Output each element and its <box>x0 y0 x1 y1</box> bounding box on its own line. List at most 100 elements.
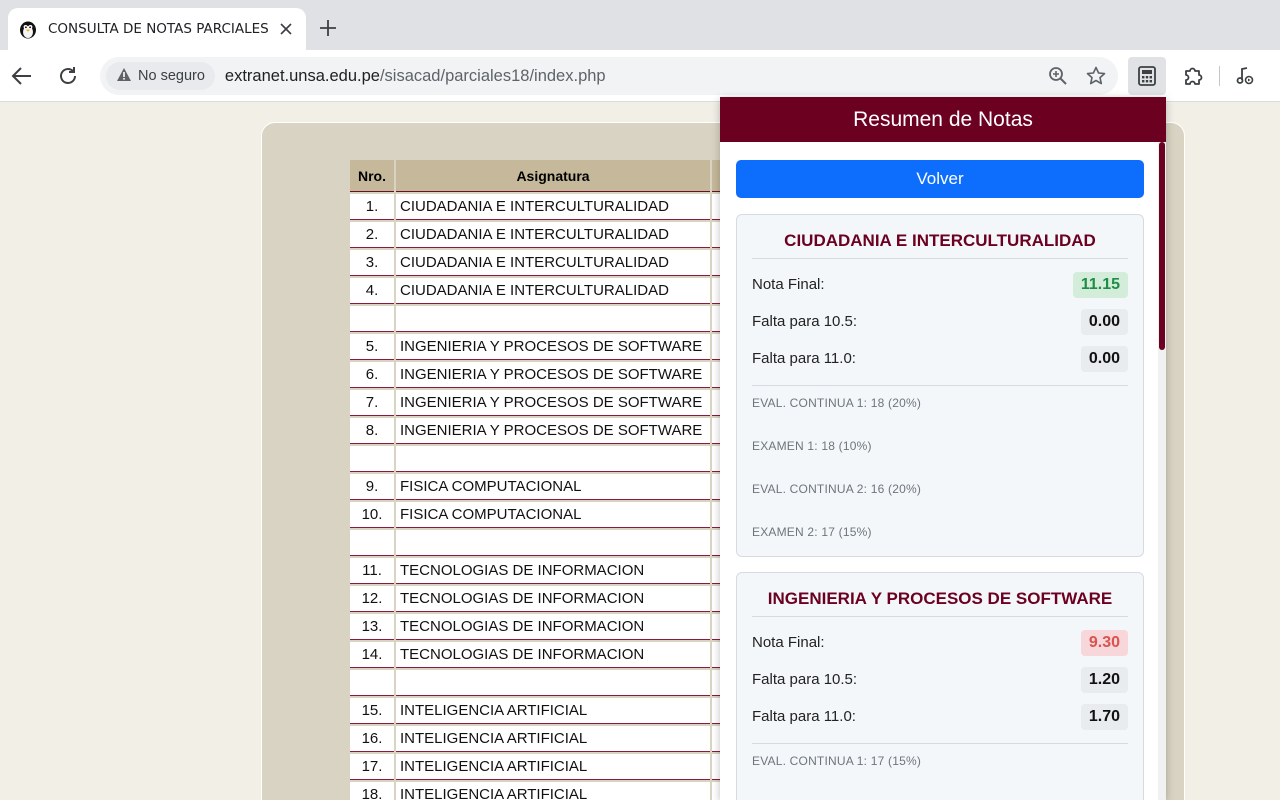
row-asignatura: INTELIGENCIA ARTIFICIAL <box>396 754 710 780</box>
toolbar-divider <box>1219 66 1220 86</box>
row-number: 12. <box>350 586 394 612</box>
row-asignatura: TECNOLOGIAS DE INFORMACION <box>396 614 710 640</box>
table-row: 3. CIUDADANIA E INTERCULTURALIDAD <box>350 250 732 276</box>
row-number: 8. <box>350 418 394 444</box>
table-spacer-row <box>350 306 732 332</box>
back-button[interactable]: Volver <box>736 160 1144 198</box>
row-asignatura: INGENIERIA Y PROCESOS DE SOFTWARE <box>396 334 710 360</box>
row-number: 13. <box>350 614 394 640</box>
table-row: 12. TECNOLOGIAS DE INFORMACION <box>350 586 732 612</box>
table-row: 7. INGENIERIA Y PROCESOS DE SOFTWARE <box>350 390 732 416</box>
row-asignatura <box>396 446 710 472</box>
evaluation-detail: EXAMEN 1: 18 (10%) <box>752 439 872 453</box>
row-number: 3. <box>350 250 394 276</box>
puzzle-icon[interactable] <box>1174 57 1212 95</box>
need-105-badge: 1.20 <box>1080 666 1128 693</box>
column-header-nro: Nro. <box>350 160 394 192</box>
table-row: 13. TECNOLOGIAS DE INFORMACION <box>350 614 732 640</box>
need-105-row: Falta para 10.5: 1.20 <box>752 661 1128 698</box>
arrow-left-icon[interactable] <box>6 60 38 92</box>
row-number: 16. <box>350 726 394 752</box>
row-number: 6. <box>350 362 394 388</box>
row-number: 10. <box>350 502 394 528</box>
row-asignatura: CIUDADANIA E INTERCULTURALIDAD <box>396 222 710 248</box>
url-path: /sisacad/parciales18/index.php <box>379 66 606 85</box>
music-note-icon[interactable] <box>1226 57 1264 95</box>
course-title: INGENIERIA Y PROCESOS DE SOFTWARE <box>752 573 1128 617</box>
table-row: 4. CIUDADANIA E INTERCULTURALIDAD <box>350 278 732 304</box>
table-spacer-row <box>350 446 732 472</box>
course-title: CIUDADANIA E INTERCULTURALIDAD <box>752 215 1128 259</box>
browser-toolbar: No seguro extranet.unsa.edu.pe/sisacad/p… <box>0 50 1280 102</box>
security-label: No seguro <box>138 68 205 84</box>
reload-icon[interactable] <box>52 60 84 92</box>
need-105-badge: 0.00 <box>1080 308 1128 335</box>
security-chip[interactable]: No seguro <box>106 62 215 90</box>
final-grade-row: Nota Final: 11.15 <box>752 266 1128 303</box>
final-grade-badge: 9.30 <box>1080 629 1128 656</box>
final-grade-row: Nota Final: 9.30 <box>752 624 1128 661</box>
row-asignatura: CIUDADANIA E INTERCULTURALIDAD <box>396 250 710 276</box>
table-row: 16. INTELIGENCIA ARTIFICIAL <box>350 726 732 752</box>
row-asignatura: TECNOLOGIAS DE INFORMACION <box>396 642 710 668</box>
table-row: 1. CIUDADANIA E INTERCULTURALIDAD <box>350 194 732 220</box>
address-bar[interactable]: No seguro extranet.unsa.edu.pe/sisacad/p… <box>100 57 1118 95</box>
table-row: 5. INGENIERIA Y PROCESOS DE SOFTWARE <box>350 334 732 360</box>
row-number: 5. <box>350 334 394 360</box>
popup-title: Resumen de Notas <box>720 97 1166 142</box>
table-row: 11. TECNOLOGIAS DE INFORMACION <box>350 558 732 584</box>
row-asignatura: CIUDADANIA E INTERCULTURALIDAD <box>396 194 710 220</box>
scrollbar-thumb[interactable] <box>1159 142 1165 350</box>
need-105-row: Falta para 10.5: 0.00 <box>752 303 1128 340</box>
final-grade-label: Nota Final: <box>752 634 825 651</box>
table-row: 18. INTELIGENCIA ARTIFICIAL <box>350 782 732 800</box>
need-110-badge: 1.70 <box>1080 703 1128 730</box>
penguin-icon <box>18 19 38 39</box>
course-card: CIUDADANIA E INTERCULTURALIDAD Nota Fina… <box>736 214 1144 557</box>
table-row: 9. FISICA COMPUTACIONAL <box>350 474 732 500</box>
evaluation-detail: EVAL. CONTINUA 1: 17 (15%) <box>752 754 922 768</box>
row-asignatura: INTELIGENCIA ARTIFICIAL <box>396 698 710 724</box>
row-asignatura <box>396 670 710 696</box>
calculator-icon[interactable] <box>1128 57 1166 95</box>
table-row: 14. TECNOLOGIAS DE INFORMACION <box>350 642 732 668</box>
table-row: 17. INTELIGENCIA ARTIFICIAL <box>350 754 732 780</box>
need-105-label: Falta para 10.5: <box>752 671 858 688</box>
plus-icon[interactable] <box>316 14 340 42</box>
row-number: 18. <box>350 782 394 800</box>
browser-tab[interactable]: CONSULTA DE NOTAS PARCIALES <box>8 8 306 50</box>
warning-icon <box>116 67 132 86</box>
row-number: 11. <box>350 558 394 584</box>
row-number <box>350 446 394 472</box>
table-spacer-row <box>350 530 732 556</box>
row-asignatura: INTELIGENCIA ARTIFICIAL <box>396 726 710 752</box>
row-asignatura: FISICA COMPUTACIONAL <box>396 474 710 500</box>
popup-scrollbar[interactable] <box>1158 142 1166 800</box>
url-text[interactable]: extranet.unsa.edu.pe/sisacad/parciales18… <box>225 67 1042 86</box>
zoom-in-icon[interactable] <box>1042 60 1074 92</box>
tab-title: CONSULTA DE NOTAS PARCIALES <box>48 21 269 37</box>
row-number: 7. <box>350 390 394 416</box>
star-icon[interactable] <box>1080 60 1112 92</box>
final-grade-label: Nota Final: <box>752 276 825 293</box>
table-row: 8. INGENIERIA Y PROCESOS DE SOFTWARE <box>350 418 732 444</box>
row-number: 2. <box>350 222 394 248</box>
row-asignatura: INGENIERIA Y PROCESOS DE SOFTWARE <box>396 362 710 388</box>
evaluation-detail: EVAL. CONTINUA 2: 16 (20%) <box>752 482 922 496</box>
row-asignatura <box>396 530 710 556</box>
table-row: 15. INTELIGENCIA ARTIFICIAL <box>350 698 732 724</box>
row-number: 15. <box>350 698 394 724</box>
row-asignatura: FISICA COMPUTACIONAL <box>396 502 710 528</box>
row-asignatura: INGENIERIA Y PROCESOS DE SOFTWARE <box>396 390 710 416</box>
need-110-label: Falta para 11.0: <box>752 350 856 367</box>
row-asignatura: INTELIGENCIA ARTIFICIAL <box>396 782 710 800</box>
grades-table: Nro. Asignatura 1. CIUDADANIA E INTERCULT… <box>348 158 734 800</box>
row-asignatura <box>396 306 710 332</box>
row-number: 17. <box>350 754 394 780</box>
row-number <box>350 670 394 696</box>
row-number: 1. <box>350 194 394 220</box>
need-110-badge: 0.00 <box>1080 345 1128 372</box>
evaluation-detail: EVAL. CONTINUA 1: 18 (20%) <box>752 396 922 410</box>
row-number: 4. <box>350 278 394 304</box>
close-icon[interactable] <box>276 19 296 39</box>
